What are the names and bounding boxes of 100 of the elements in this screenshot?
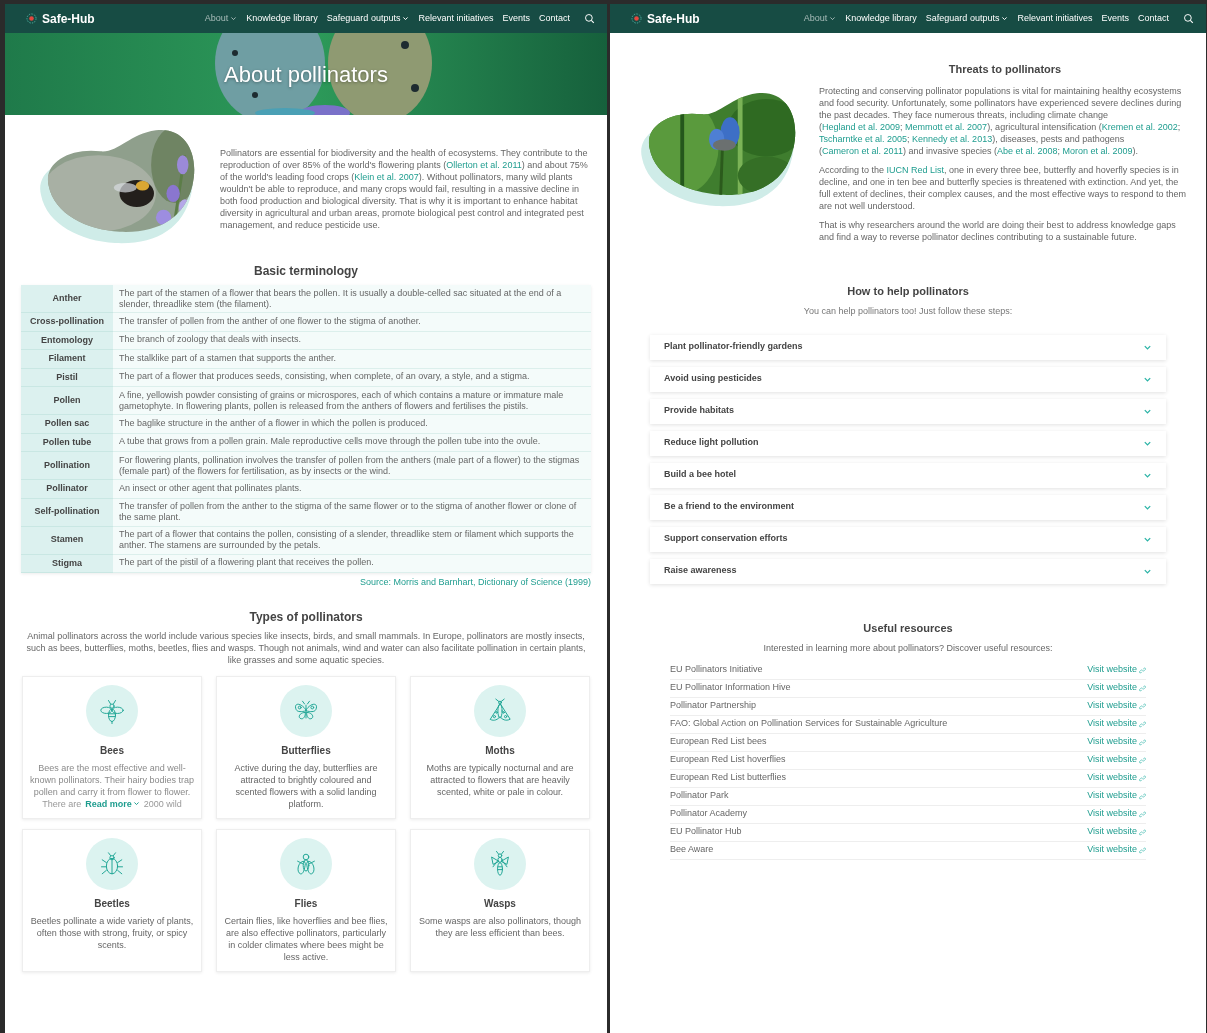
nav-link[interactable]: Contact bbox=[538, 11, 570, 26]
citation-link[interactable]: Moron et al. 2009 bbox=[1062, 145, 1133, 156]
resource-name: EU Pollinator Hub bbox=[670, 825, 742, 839]
table-cell: The part of a flower that contains the pollen, consisting of a slender, threadlike stem or filament which supports the anther. The stamens are surrounded by the petals. bbox=[113, 526, 591, 555]
nav-link[interactable]: Contact bbox=[1137, 11, 1169, 26]
resource-name: Bee Aware bbox=[670, 843, 714, 857]
nav-link[interactable]: Events bbox=[502, 11, 530, 26]
card-title: Bees bbox=[100, 743, 124, 758]
search-icon[interactable] bbox=[1183, 13, 1194, 24]
visit-website-link[interactable]: Visit website bbox=[1087, 663, 1146, 677]
accordion-item[interactable]: Reduce light pollution bbox=[650, 430, 1166, 456]
nav-link[interactable]: About bbox=[204, 11, 238, 26]
citation-link[interactable]: Memmott et al. 2007 bbox=[905, 121, 988, 132]
section-intro: You can help pollinators too! Just follow these steps: bbox=[802, 305, 1014, 318]
section-heading: Basic terminology bbox=[253, 263, 359, 280]
accordion-item[interactable]: Be a friend to the environment bbox=[650, 494, 1166, 520]
search-icon[interactable] bbox=[584, 13, 595, 24]
visit-website-link[interactable]: Visit website bbox=[1087, 699, 1146, 713]
section-heading: Threats to pollinators bbox=[947, 62, 1063, 77]
resource-name: FAO: Global Action on Pollination Services for Sustainable Agriculture bbox=[670, 717, 948, 731]
card-title: Moths bbox=[485, 743, 515, 758]
nav-link[interactable]: Relevant initiatives bbox=[1017, 11, 1093, 26]
visit-website-link[interactable]: Visit website bbox=[1087, 717, 1146, 731]
visit-website-link[interactable]: Visit website bbox=[1087, 807, 1146, 821]
accordion-item[interactable]: Avoid using pesticides bbox=[650, 366, 1166, 392]
card-title: Wasps bbox=[484, 896, 516, 911]
section-heading: Types of pollinators bbox=[248, 608, 364, 626]
resource-name: European Red List bees bbox=[670, 735, 767, 749]
resource-name: EU Pollinator Information Hive bbox=[670, 681, 791, 695]
accordion-item[interactable]: Raise awareness bbox=[650, 558, 1166, 584]
table-cell: Stamen bbox=[21, 526, 113, 555]
nav-link[interactable]: Events bbox=[1101, 11, 1129, 26]
table-cell: Cross-pollination bbox=[21, 313, 113, 332]
card-title: Beetles bbox=[94, 896, 130, 911]
table-cell: Pollinator bbox=[21, 480, 113, 499]
accordion-item[interactable]: Build a bee hotel bbox=[650, 462, 1166, 488]
visit-website-link[interactable]: Visit website bbox=[1087, 681, 1146, 695]
resource-name: European Red List hoverflies bbox=[670, 753, 786, 767]
table-cell: The stalklike part of a stamen that supports the anther. bbox=[113, 350, 591, 369]
logo-icon[interactable] bbox=[630, 12, 643, 25]
section-heading: How to help pollinators bbox=[846, 283, 970, 299]
paragraph: Protecting and conserving pollinator populations is vital for maintaining healthy ecosystems and food security. Unfortunately, some pollinators have experienced severe declines during the past decades. They face numerous threats, including climate change (Hegland et al. 2009; Memmott et al. 2007), agricultural intensification (Kremen et al. 2002; Tscharntke et al. 2005; Kennedy et al. 2013), diseases, pests and pathogens (Cameron et al. 2011) and invasive species (Abe et al. 2008; Moron et al. 2009). bbox=[819, 84, 1183, 157]
table-cell: Pollination bbox=[21, 452, 113, 480]
nav-link[interactable]: Safeguard outputs bbox=[326, 11, 410, 26]
visit-website-link[interactable]: Visit website bbox=[1087, 789, 1146, 803]
nav-link[interactable]: Relevant initiatives bbox=[418, 11, 494, 26]
paragraph: That is why researchers around the world are doing their best to address knowledge gaps and find a way to reverse pollinator declines contributing to a sustainable future. bbox=[819, 218, 1177, 243]
link-icon bbox=[1139, 702, 1146, 710]
section-intro: Interested in learning more about pollinators? Discover useful resources: bbox=[762, 642, 1054, 655]
nav-link[interactable]: About bbox=[803, 11, 837, 26]
link-icon bbox=[1139, 846, 1146, 854]
link-icon bbox=[1139, 774, 1146, 782]
card-title: Flies bbox=[294, 896, 318, 911]
accordion-item[interactable]: Support conservation efforts bbox=[650, 526, 1166, 552]
citation-link[interactable]: Ollerton et al. 2011 bbox=[446, 159, 522, 170]
citation-link[interactable]: Klein et al. 2007 bbox=[354, 171, 419, 182]
faded-text: 2000 wild bbox=[143, 797, 182, 810]
caret-icon bbox=[1001, 15, 1009, 22]
visit-website-link[interactable]: Visit website bbox=[1087, 825, 1146, 839]
citation-link[interactable]: Kennedy et al. 2013 bbox=[912, 133, 993, 144]
link-icon bbox=[1139, 828, 1146, 836]
logo-icon[interactable] bbox=[25, 12, 38, 25]
table-cell: An insect or other agent that pollinates plants. bbox=[113, 480, 591, 499]
table-cell: The part of the stamen of a flower that bears the pollen. It is usually a double-celled sac situated at the end of a slender, threadlike stem (the filament). bbox=[113, 285, 591, 313]
section-heading: Useful resources bbox=[862, 620, 954, 636]
table-cell: Self-pollination bbox=[21, 498, 113, 527]
link-icon bbox=[1139, 738, 1146, 746]
table-cell: Anther bbox=[21, 285, 113, 313]
table-cell: The baglike structure in the anther of a flower in which the pollen is produced. bbox=[113, 415, 591, 434]
card-description: Moths are typically nocturnal and are attracted to flowers that are heavily scented, white or pale in colour. bbox=[425, 761, 575, 798]
accordion-item[interactable]: Plant pollinator-friendly gardens bbox=[650, 334, 1166, 360]
visit-website-link[interactable]: Visit website bbox=[1087, 771, 1146, 785]
link-icon bbox=[1139, 792, 1146, 800]
caret-icon bbox=[230, 15, 238, 22]
table-cell: Pollen bbox=[21, 387, 113, 415]
card-description: Bees are the most effective and well-known pollinators. Their hairy bodies trap pollen and carry it from flower to flower. bbox=[30, 761, 194, 798]
link-icon bbox=[1139, 684, 1146, 692]
citation-link[interactable]: Cameron et al. 2011 bbox=[822, 145, 903, 156]
visit-website-link[interactable]: Visit website bbox=[1087, 735, 1146, 749]
paragraph: Pollinators are essential for biodiversity and the health of ecosystems. They contribute to the reproduction of over 85% of the world's flowering plants (Ollerton et al. 2011) and about 75% of the world's leading food crops (Klein et al. 2007). Without pollinators, many wild plants wouldn't be able to reproduce, and many crops would fail, resulting in a massive decline in both food production and biological diversity. That is why it is important to enhance habitat diversity in agricultural and urban areas, promote biological pest control and integrated pest management, and reduce pesticide use. bbox=[220, 146, 589, 231]
table-cell: Filament bbox=[21, 350, 113, 369]
visit-website-link[interactable]: Visit website bbox=[1087, 843, 1146, 857]
resource-name: Pollinator Partnership bbox=[670, 699, 757, 713]
caret-icon bbox=[829, 15, 837, 22]
nav-link[interactable]: Knowledge library bbox=[246, 11, 318, 26]
accordion-item[interactable]: Provide habitats bbox=[650, 398, 1166, 424]
table-cell: The transfer of pollen from the anther to the stigma of the same flower or to the stigma of another flower or clone of the same plant. bbox=[113, 498, 591, 527]
nav-link[interactable]: Knowledge library bbox=[845, 11, 917, 26]
link-icon bbox=[1139, 720, 1146, 728]
site-name[interactable]: Safe-Hub bbox=[42, 9, 95, 28]
nav-link[interactable]: Safeguard outputs bbox=[925, 11, 1009, 26]
resource-name: Pollinator Park bbox=[670, 789, 729, 803]
table-cell: For flowering plants, pollination involves the transfer of pollen from the anthers (male part of a flower) to the stigmas (female part) of the flowers for fertilisation, as by insects or the wind. bbox=[113, 452, 591, 480]
read-more-link[interactable]: Read more bbox=[85, 797, 140, 810]
visit-website-link[interactable]: Visit website bbox=[1087, 753, 1146, 767]
resource-name: EU Pollinators Initiative bbox=[670, 663, 763, 677]
card-description: Active during the day, butterflies are attracted to brightly coloured and scented flowers with a solid landing platform. bbox=[233, 761, 379, 810]
section-intro: Animal pollinators across the world include various species like insects, birds, and small mammals. In Europe, pollinators are mostly insects, such as bees, butterflies, moths, beetles, flies and wasps. Though not animals, wind and water can also facilitate pollination in certain plants, like grasses and some aquatic species. bbox=[25, 629, 587, 666]
link-icon bbox=[1139, 756, 1146, 764]
site-name[interactable]: Safe-Hub bbox=[647, 9, 700, 28]
